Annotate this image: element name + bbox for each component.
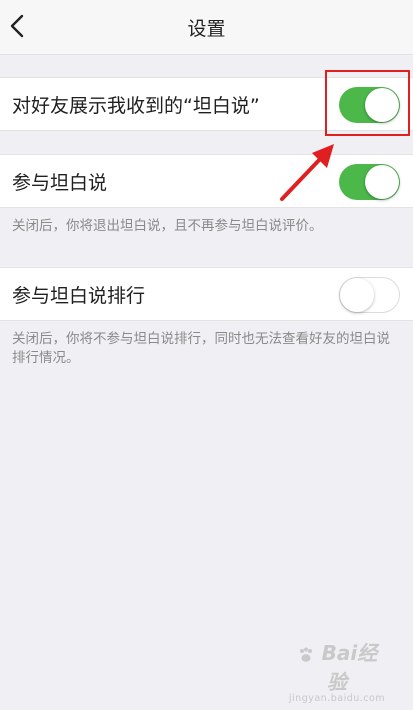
- watermark-logo: Bai经验: [287, 637, 387, 695]
- toggle-knob: [365, 165, 399, 199]
- navigation-bar: 设置: [0, 0, 413, 55]
- setting-label-ranking: 参与坦白说排行: [12, 285, 146, 307]
- setting-row-ranking: 参与坦白说排行: [0, 267, 413, 321]
- participate-toggle[interactable]: [339, 164, 400, 200]
- paw-icon: [299, 647, 312, 662]
- watermark-url: jingyan.baidu.com: [288, 693, 386, 704]
- setting-label-show-to-friends: 对好友展示我收到的“坦白说”: [12, 95, 260, 117]
- page-title: 设置: [187, 18, 226, 40]
- highlight-box: [325, 70, 410, 136]
- ranking-hint: 关闭后，你将不参与坦白说排行，同时也无法查看好友的坦白说排行情况。: [12, 331, 390, 366]
- setting-row-participate: 参与坦白说: [0, 154, 413, 208]
- ranking-toggle[interactable]: [339, 277, 400, 313]
- participate-hint: 关闭后，你将退出坦白说，且不再参与坦白说评价。: [12, 218, 323, 234]
- toggle-knob: [340, 278, 374, 312]
- watermark: Bai经验 jingyan.baidu.com: [287, 637, 387, 704]
- watermark-logo-text: Bai经验: [321, 641, 378, 694]
- setting-label-participate: 参与坦白说: [12, 172, 108, 194]
- red-arrow-icon: [280, 144, 334, 201]
